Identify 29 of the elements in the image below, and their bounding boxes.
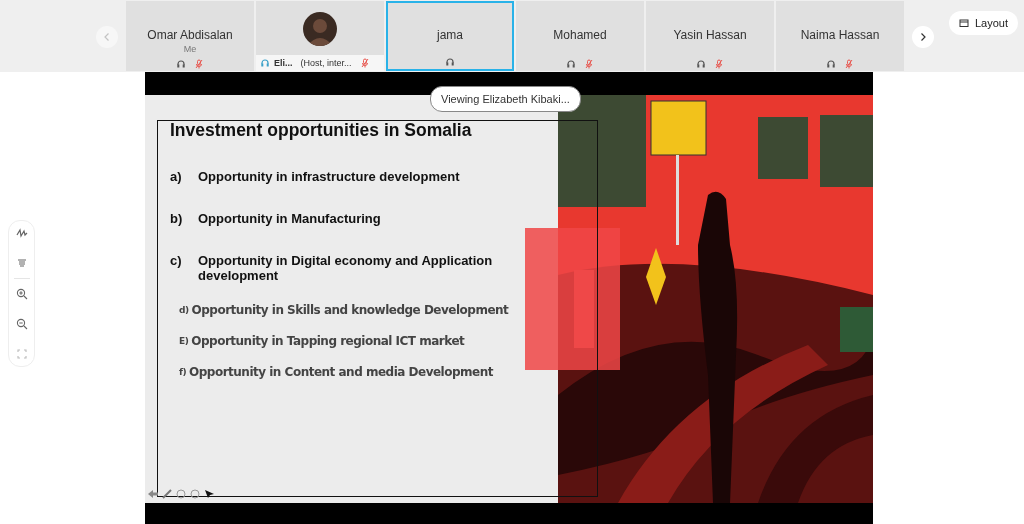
participant-name: Naima Hassan [800,28,880,42]
participant-name: jama [437,28,463,42]
list-item-text: Opportunity in infrastructure development [198,169,461,184]
participant-tile[interactable]: Yasin Hassan [646,1,774,71]
list-marker: d) [179,305,189,315]
list-marker: a) [170,169,183,184]
list-marker: c) [170,253,183,270]
list-marker: b) [170,211,184,226]
participant-name: Yasin Hassan [673,28,747,42]
participant-tile[interactable]: Naima Hassan [776,1,904,71]
slide-title: Investment opportunities in Somalia [170,120,473,141]
participant-tile[interactable]: Mohamed [516,1,644,71]
layout-button[interactable]: Layout [949,11,1019,35]
list-marker: E) [179,336,189,346]
viewing-label[interactable]: Viewing Elizabeth Kibaki... [430,86,581,112]
participant-tile[interactable]: jama [386,1,514,71]
participant-name: Eli... [274,58,293,68]
participant-tile[interactable]: Omar Abdisalan Me [126,1,254,71]
participant-tile[interactable]: Eli... (Host, inter... [256,1,384,71]
list-item-text: Opportunity in Skills and knowledge Development [191,303,509,317]
list-item-text: Opportunity in Tapping regional ICT market [191,334,465,348]
list-item-text: Opportunity in Manufacturing [198,211,382,226]
participant-note: Me [183,44,197,54]
list-item-text: Opportunity in Content and media Development [189,365,493,379]
list-marker: f) [179,367,187,377]
list-item-text: Opportunity in Digital economy and Application development [198,253,494,283]
participant-name: Mohamed [553,28,607,42]
participant-name: Omar Abdisalan [147,28,233,42]
participant-role: (Host, inter... [300,58,352,68]
